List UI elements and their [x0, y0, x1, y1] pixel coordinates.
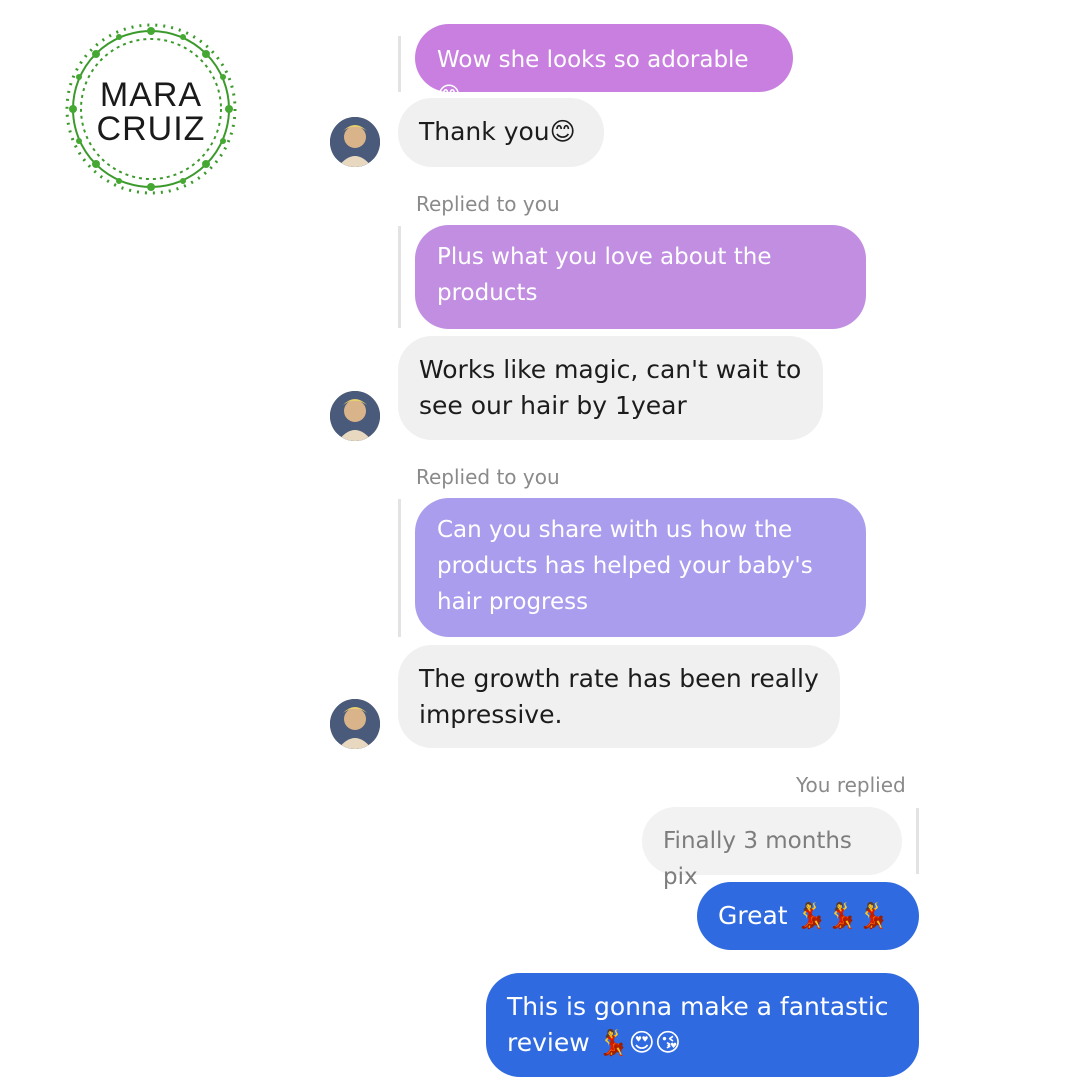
user-avatar-icon [330, 117, 380, 167]
quote-bar [398, 499, 401, 637]
contact-avatar[interactable] [330, 699, 380, 749]
own-quoted-message[interactable]: Finally 3 months pix [642, 807, 902, 890]
contact-avatar[interactable] [330, 117, 380, 167]
incoming-message[interactable]: Works like magic, can't wait to see our … [398, 336, 823, 440]
quoted-message[interactable]: Plus what you love about the products [415, 225, 866, 329]
you-replied-label: You replied [796, 773, 906, 797]
brand-name-line2: CRUIZ [96, 110, 206, 148]
incoming-message[interactable]: The growth rate has been really impressi… [398, 645, 840, 748]
quoted-message[interactable]: Can you share with us how the products h… [415, 498, 866, 637]
replied-label: Replied to you [416, 465, 560, 489]
quote-bar [916, 808, 919, 874]
outgoing-message[interactable]: Great 💃💃💃 [697, 882, 919, 950]
quote-bar [398, 36, 401, 92]
contact-avatar[interactable] [330, 391, 380, 441]
user-avatar-icon [330, 699, 380, 749]
brand-name-line1: MARA [99, 76, 203, 114]
user-avatar-icon [330, 391, 380, 441]
incoming-message[interactable]: Thank you😊 [398, 98, 604, 167]
quoted-message[interactable]: Wow she looks so adorable 😊 [415, 24, 793, 109]
replied-label: Replied to you [416, 192, 560, 216]
quote-bar [398, 226, 401, 328]
outgoing-message[interactable]: This is gonna make a fantastic review 💃😍… [486, 973, 919, 1077]
brand-logo: MARA CRUIZ [64, 22, 238, 196]
